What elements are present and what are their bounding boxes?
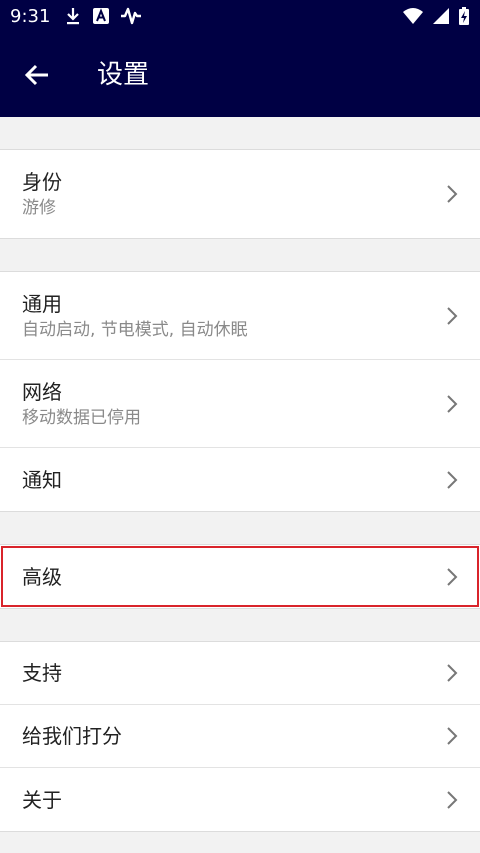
- settings-item-label: 通知: [22, 467, 62, 492]
- chevron-right-icon: [447, 306, 458, 325]
- status-bar: 9:31: [0, 0, 480, 32]
- chevron-right-icon: [447, 470, 458, 489]
- settings-item-subtitle: 自动启动, 节电模式, 自动休眠: [22, 319, 248, 340]
- chevron-right-icon: [447, 790, 458, 809]
- page-title: 设置: [97, 60, 150, 90]
- settings-item-label: 关于: [22, 787, 62, 812]
- chevron-right-icon: [447, 727, 458, 745]
- settings-item-identity[interactable]: 身份 游修: [0, 150, 480, 238]
- arrow-left-icon[interactable]: [22, 60, 52, 90]
- settings-item-advanced[interactable]: 高级: [0, 545, 480, 608]
- settings-item-subtitle: 移动数据已停用: [22, 407, 141, 428]
- wifi-icon: [403, 8, 423, 24]
- signal-icon: [433, 8, 449, 24]
- settings-item-notifications[interactable]: 通知: [0, 448, 480, 511]
- status-time: 9:31: [10, 5, 51, 27]
- settings-item-support[interactable]: 支持: [0, 642, 480, 705]
- settings-item-general[interactable]: 通用 自动启动, 节电模式, 自动休眠: [0, 272, 480, 360]
- settings-item-about[interactable]: 关于: [0, 768, 480, 831]
- support-section: 支持 给我们打分 关于: [0, 641, 480, 832]
- chevron-right-icon: [447, 394, 458, 413]
- settings-item-label: 网络: [22, 379, 62, 404]
- advanced-section: 高级: [0, 544, 480, 609]
- settings-item-rate-us[interactable]: 给我们打分: [0, 705, 480, 768]
- identity-section: 身份 游修: [0, 149, 480, 239]
- settings-item-label: 通用: [22, 291, 62, 316]
- app-bar: 设置: [0, 32, 480, 117]
- chevron-right-icon: [447, 567, 458, 586]
- pulse-icon: [121, 7, 142, 25]
- settings-item-network[interactable]: 网络 移动数据已停用: [0, 360, 480, 448]
- a-badge-icon: [93, 8, 110, 24]
- chevron-right-icon: [447, 664, 458, 682]
- settings-item-subtitle: 游修: [22, 198, 56, 218]
- settings-item-label: 高级: [22, 564, 62, 589]
- settings-item-label: 给我们打分: [22, 724, 122, 748]
- chevron-right-icon: [447, 185, 458, 203]
- settings-list: 身份 游修 通用 自动启动, 节电模式, 自动休眠 网络 移动数据已停用 通知 …: [0, 117, 480, 832]
- download-icon: [67, 8, 80, 25]
- general-section: 通用 自动启动, 节电模式, 自动休眠 网络 移动数据已停用 通知: [0, 271, 480, 512]
- settings-item-label: 身份: [22, 170, 62, 194]
- settings-item-label: 支持: [22, 661, 62, 685]
- battery-charging-icon: [459, 7, 469, 25]
